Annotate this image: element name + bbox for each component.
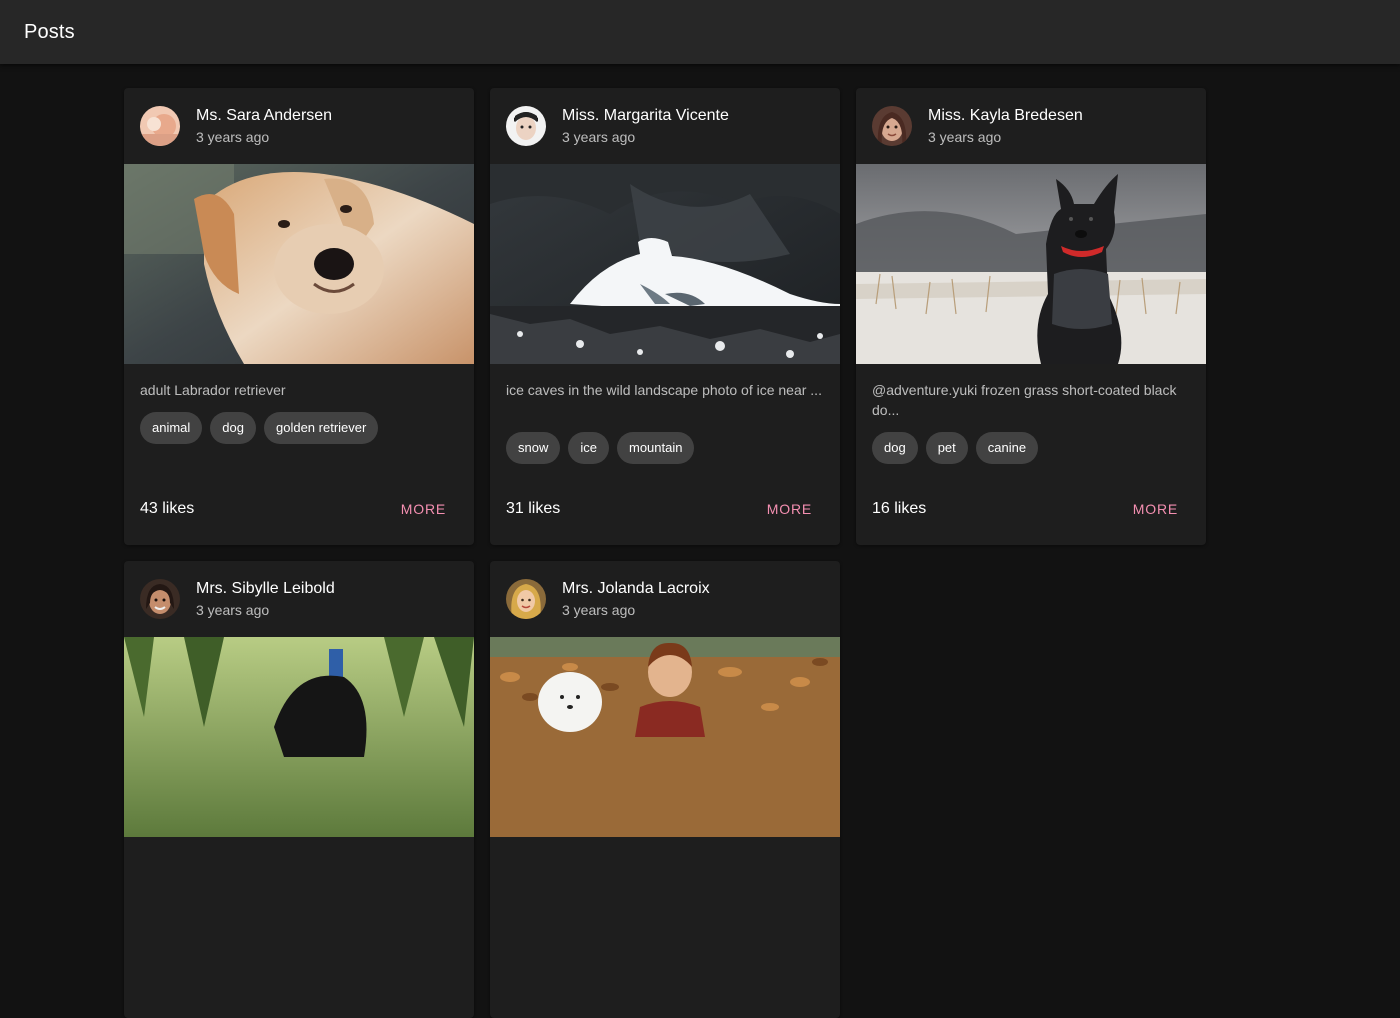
tag-list: snow ice mountain — [490, 420, 840, 464]
avatar[interactable] — [140, 579, 180, 619]
post-description: adult Labrador retriever — [140, 382, 286, 398]
avatar[interactable] — [140, 106, 180, 146]
more-button[interactable]: MORE — [755, 493, 824, 525]
post-author: Mrs. Jolanda Lacroix — [562, 580, 710, 597]
post-header: Miss. Kayla Bredesen 3 years ago — [856, 88, 1206, 164]
tag-list: animal dog golden retriever — [124, 400, 474, 444]
avatar[interactable] — [506, 579, 546, 619]
post-card: Mrs. Sibylle Leibold 3 years ago — [124, 561, 474, 1018]
more-button[interactable]: MORE — [389, 493, 458, 525]
post-header: Mrs. Jolanda Lacroix 3 years ago — [490, 561, 840, 637]
avatar[interactable] — [872, 106, 912, 146]
more-button[interactable]: MORE — [1121, 493, 1190, 525]
likes-count: 31 likes — [506, 500, 561, 517]
posts-grid: Ms. Sara Andersen 3 years ago adult Labr… — [124, 88, 1206, 1018]
avatar[interactable] — [506, 106, 546, 146]
post-author: Miss. Kayla Bredesen — [928, 107, 1083, 124]
tag-list: dog pet canine — [856, 420, 1206, 464]
post-header: Miss. Margarita Vicente 3 years ago — [490, 88, 840, 164]
post-actions: 16 likes MORE — [856, 491, 1206, 527]
tag-chip[interactable]: golden retriever — [264, 412, 379, 444]
post-card: Miss. Margarita Vicente 3 years ago ice … — [490, 88, 840, 545]
page-title: Posts — [24, 20, 75, 43]
post-header: Ms. Sara Andersen 3 years ago — [124, 88, 474, 164]
tag-chip[interactable]: ice — [568, 432, 609, 464]
post-image[interactable] — [490, 164, 840, 364]
post-author: Mrs. Sibylle Leibold — [196, 580, 335, 597]
app-bar: Posts — [0, 0, 1400, 64]
post-header: Mrs. Sibylle Leibold 3 years ago — [124, 561, 474, 637]
post-description: ice caves in the wild landscape photo of… — [506, 382, 822, 398]
post-image[interactable] — [490, 637, 840, 837]
post-time: 3 years ago — [196, 602, 270, 618]
post-card: Miss. Kayla Bredesen 3 years ago @advent… — [856, 88, 1206, 545]
post-author: Ms. Sara Andersen — [196, 107, 333, 124]
post-card: Ms. Sara Andersen 3 years ago adult Labr… — [124, 88, 474, 545]
post-card: Mrs. Jolanda Lacroix 3 years ago — [490, 561, 840, 1018]
post-time: 3 years ago — [196, 129, 270, 145]
post-actions: 43 likes MORE — [124, 491, 474, 527]
tag-chip[interactable]: mountain — [616, 432, 695, 464]
tag-chip[interactable]: dog — [872, 432, 918, 464]
post-description: @adventure.yuki frozen grass short-coate… — [872, 382, 1177, 418]
tag-chip[interactable]: canine — [975, 432, 1039, 464]
post-image[interactable] — [856, 164, 1206, 364]
likes-count: 43 likes — [140, 500, 195, 517]
post-time: 3 years ago — [562, 602, 636, 618]
post-actions: 31 likes MORE — [490, 491, 840, 527]
likes-count: 16 likes — [872, 500, 927, 517]
tag-chip[interactable]: dog — [210, 412, 256, 444]
tag-chip[interactable]: animal — [140, 412, 203, 444]
post-image[interactable] — [124, 637, 474, 837]
tag-chip[interactable]: snow — [506, 432, 561, 464]
post-author: Miss. Margarita Vicente — [562, 107, 729, 124]
post-time: 3 years ago — [928, 129, 1002, 145]
tag-chip[interactable]: pet — [925, 432, 968, 464]
post-image[interactable] — [124, 164, 474, 364]
post-time: 3 years ago — [562, 129, 636, 145]
